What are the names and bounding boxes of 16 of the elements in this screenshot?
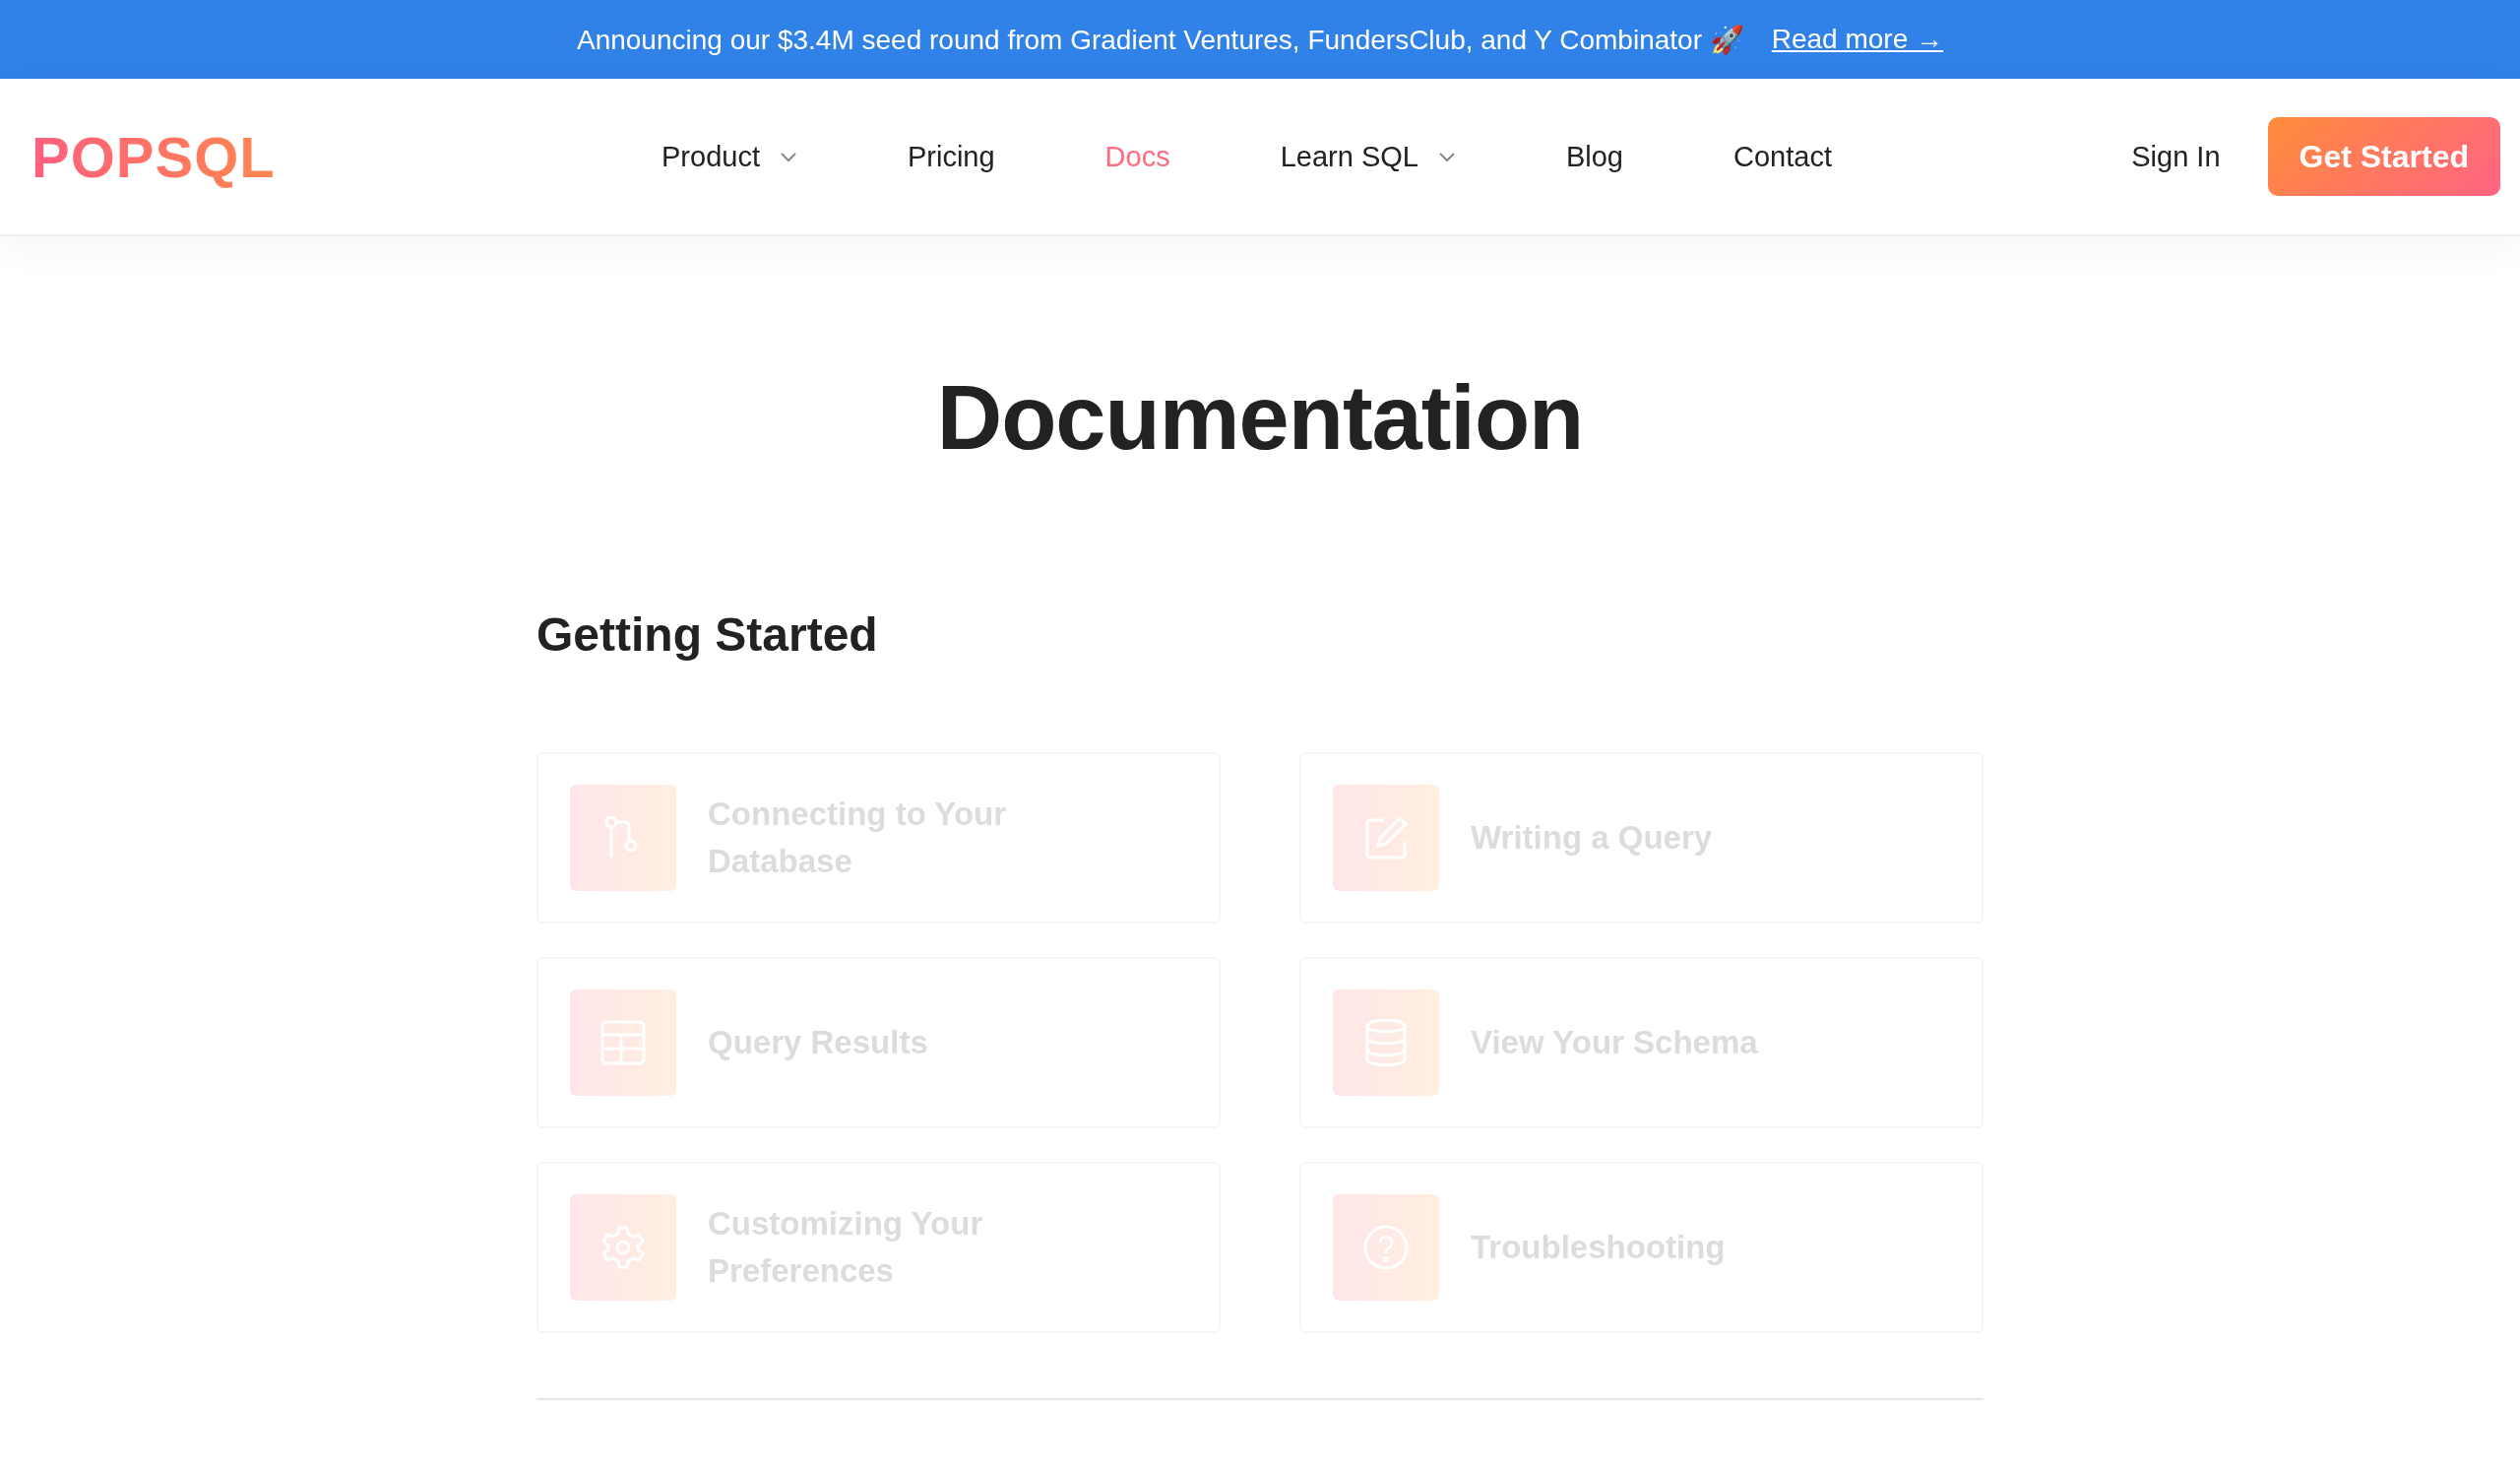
nav-link[interactable]: Product	[662, 140, 797, 173]
settings-icon	[599, 1224, 647, 1271]
nav-link[interactable]: Blog	[1565, 140, 1623, 173]
page-title: Documentation	[935, 366, 1585, 470]
nav-link[interactable]: Docs	[1104, 140, 1170, 173]
section-heading: Getting Started	[536, 607, 879, 664]
read-more-link[interactable]: Read more →	[1771, 24, 1944, 55]
help-icon	[1362, 1224, 1410, 1271]
nav-link[interactable]: Pricing	[907, 140, 995, 173]
announcement-text: Announcing our $3.4M seed round from Gradient Ventures, FundersClub, and Y Combinator 🚀	[576, 23, 1744, 56]
nav-link[interactable]: Contact	[1733, 140, 1832, 173]
nav-link[interactable]: Learn SQL	[1280, 140, 1456, 173]
get-started-button[interactable]: Get Started	[2267, 117, 2500, 196]
table-icon	[599, 1019, 647, 1066]
database-icon	[1364, 1018, 1408, 1067]
sign-in-link[interactable]: Sign In	[2131, 140, 2221, 173]
